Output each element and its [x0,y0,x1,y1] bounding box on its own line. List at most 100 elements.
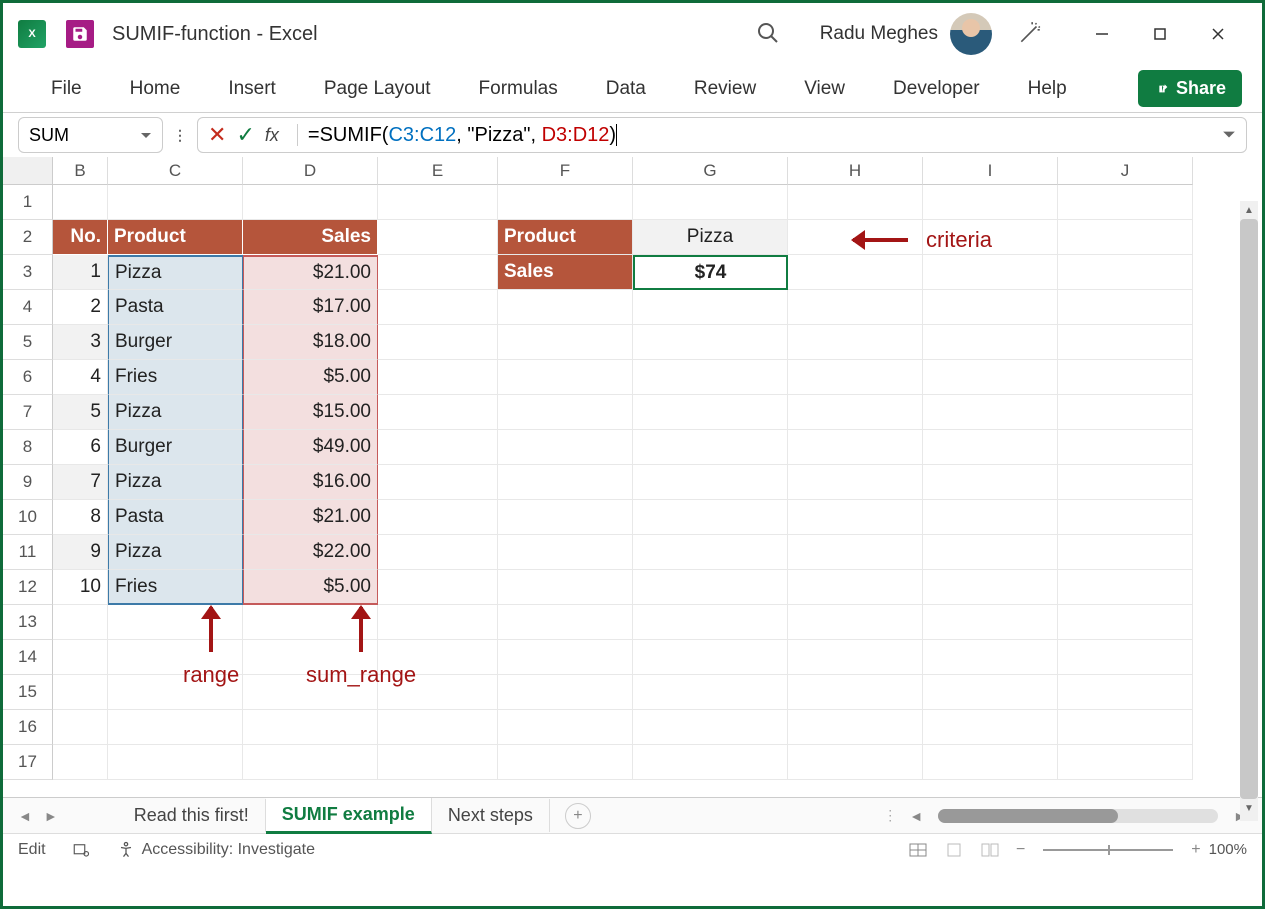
col-header[interactable]: E [378,157,498,185]
save-icon[interactable] [66,20,94,48]
scroll-up-icon[interactable]: ▲ [1240,201,1258,219]
sheet-tab[interactable]: Next steps [432,799,550,832]
page-break-view-icon[interactable] [976,839,1004,861]
close-button[interactable] [1194,14,1242,54]
tab-page-layout[interactable]: Page Layout [306,70,449,108]
horizontal-scrollbar[interactable] [938,809,1218,823]
zoom-value[interactable]: 100% [1209,841,1247,858]
cell[interactable]: $22.00 [243,535,378,570]
criteria-cell[interactable]: Pizza [633,220,788,255]
row-header[interactable]: 8 [3,430,53,465]
scroll-down-icon[interactable]: ▼ [1240,799,1258,817]
cell[interactable]: $18.00 [243,325,378,360]
try-features-icon[interactable] [1017,20,1043,49]
zoom-slider[interactable] [1043,849,1173,851]
cell[interactable]: No. [53,220,108,255]
minimize-button[interactable] [1078,14,1126,54]
active-cell[interactable]: $74 [633,255,788,290]
formula-bar[interactable]: ✕ ✓ fx =SUMIF(C3:C12, "Pizza", D3:D12) [197,117,1247,153]
row-header[interactable]: 15 [3,675,53,710]
cell[interactable]: $49.00 [243,430,378,465]
row-header[interactable]: 5 [3,325,53,360]
col-header[interactable]: H [788,157,923,185]
add-sheet-icon[interactable]: + [565,803,591,829]
cell[interactable]: 9 [53,535,108,570]
cell[interactable]: Fries [108,570,243,605]
tab-view[interactable]: View [786,70,863,108]
cell[interactable]: $5.00 [243,570,378,605]
cell[interactable]: $21.00 [243,255,378,290]
cell[interactable]: Sales [498,255,633,290]
cell[interactable]: Sales [243,220,378,255]
cell[interactable]: 6 [53,430,108,465]
enter-icon[interactable]: ✓ [236,122,254,148]
row-header[interactable]: 3 [3,255,53,290]
cell[interactable]: Pizza [108,465,243,500]
tab-developer[interactable]: Developer [875,70,998,108]
col-header[interactable]: J [1058,157,1193,185]
row-header[interactable]: 7 [3,395,53,430]
worksheet-grid[interactable]: 1 2 3 4 5 6 7 8 9 10 11 12 13 14 15 16 1… [3,157,1262,797]
vertical-scrollbar[interactable]: ▲ ▼ [1240,201,1258,821]
row-header[interactable]: 14 [3,640,53,675]
cell[interactable]: 3 [53,325,108,360]
row-header[interactable]: 11 [3,535,53,570]
tab-data[interactable]: Data [588,70,664,108]
cell[interactable]: $16.00 [243,465,378,500]
cell[interactable]: Burger [108,430,243,465]
row-header[interactable]: 1 [3,185,53,220]
scrollbar-thumb[interactable] [1240,219,1258,799]
cell[interactable]: 10 [53,570,108,605]
row-header[interactable]: 16 [3,710,53,745]
hscroll-left-icon[interactable]: ◄ [909,808,923,824]
zoom-in-icon[interactable]: + [1191,841,1200,859]
cell[interactable]: Fries [108,360,243,395]
search-icon[interactable] [756,21,780,48]
user-avatar[interactable] [950,13,992,55]
sheet-nav-prev-icon[interactable]: ◄ [18,808,32,824]
cell[interactable]: Pizza [108,535,243,570]
cell[interactable]: Pizza [108,395,243,430]
cell[interactable]: $5.00 [243,360,378,395]
excel-app-icon[interactable]: X [18,20,46,48]
row-header[interactable]: 13 [3,605,53,640]
account-name[interactable]: Radu Meghes [820,23,938,45]
normal-view-icon[interactable] [904,839,932,861]
col-header[interactable]: F [498,157,633,185]
formula-text[interactable]: =SUMIF(C3:C12, "Pizza", D3:D12) [308,124,1212,147]
accessibility-status[interactable]: Accessibility: Investigate [116,840,315,860]
cancel-icon[interactable]: ✕ [208,122,226,148]
select-all-corner[interactable] [3,157,53,185]
cell[interactable]: 5 [53,395,108,430]
cell[interactable]: Pasta [108,290,243,325]
cell[interactable]: 4 [53,360,108,395]
row-header[interactable]: 12 [3,570,53,605]
row-header[interactable]: 4 [3,290,53,325]
tab-file[interactable]: File [33,70,100,108]
cell[interactable]: 7 [53,465,108,500]
cell[interactable]: Product [498,220,633,255]
cell[interactable]: Burger [108,325,243,360]
cell[interactable]: Pizza [108,255,243,290]
row-header[interactable]: 10 [3,500,53,535]
cell[interactable]: Product [108,220,243,255]
sheet-tab-active[interactable]: SUMIF example [266,798,432,834]
cell[interactable]: 1 [53,255,108,290]
expand-formula-bar-icon[interactable] [1222,127,1236,144]
cell[interactable]: 2 [53,290,108,325]
cell[interactable]: Pasta [108,500,243,535]
cell[interactable]: 8 [53,500,108,535]
name-box[interactable]: SUM [18,117,163,153]
col-header[interactable]: C [108,157,243,185]
maximize-button[interactable] [1136,14,1184,54]
sheet-tab[interactable]: Read this first! [118,799,266,832]
row-header[interactable]: 2 [3,220,53,255]
row-header[interactable]: 6 [3,360,53,395]
cell[interactable]: $17.00 [243,290,378,325]
macro-record-icon[interactable] [71,841,91,859]
zoom-out-icon[interactable]: − [1016,841,1025,859]
tab-formulas[interactable]: Formulas [461,70,576,108]
sheet-options-icon[interactable]: ⋮ [883,807,897,824]
col-header[interactable]: G [633,157,788,185]
col-header[interactable]: I [923,157,1058,185]
